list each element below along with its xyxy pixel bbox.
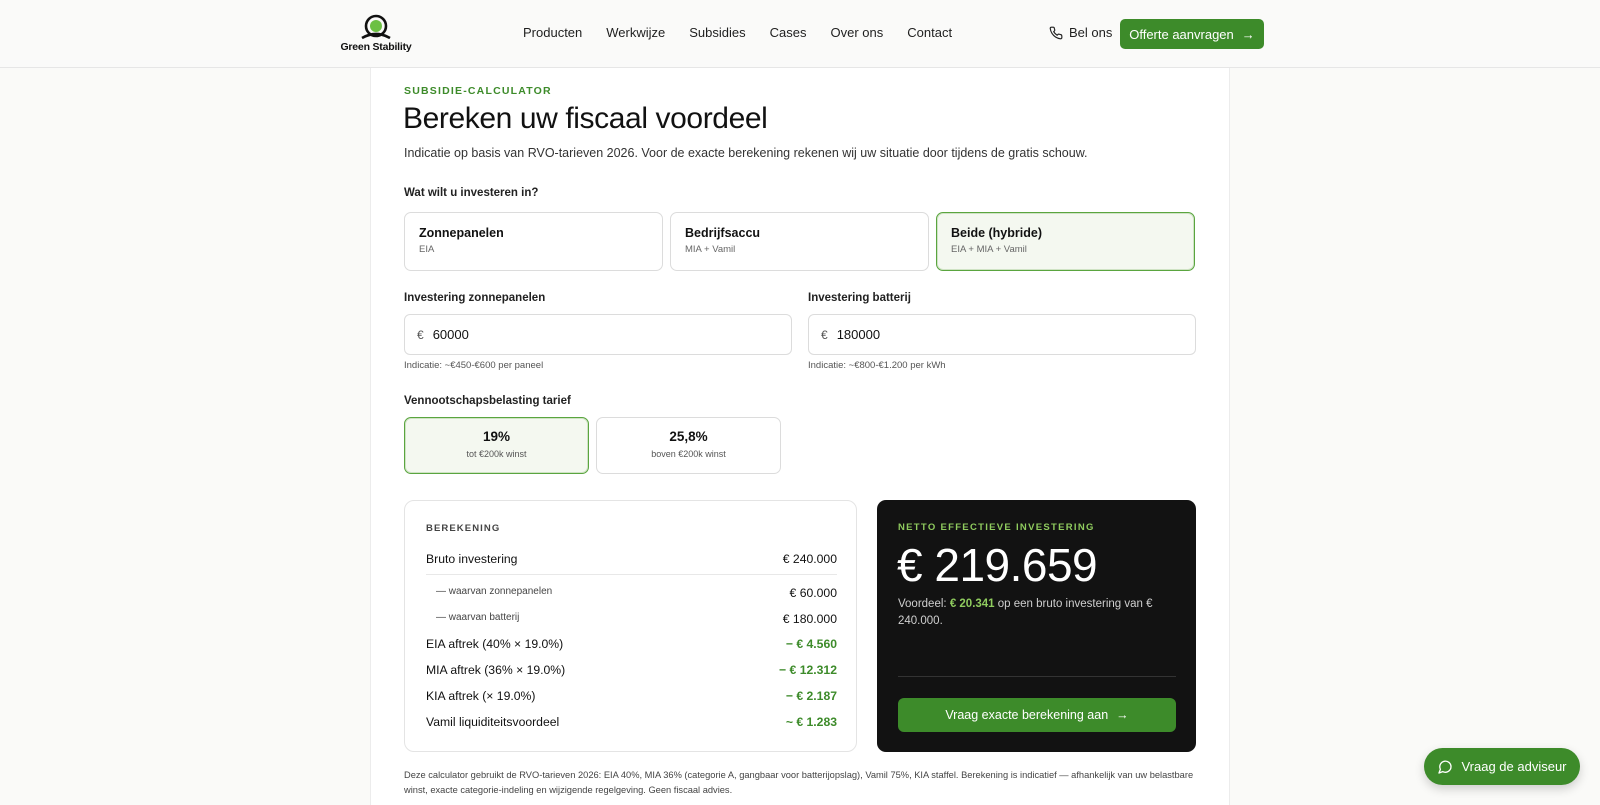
nav-item-cases[interactable]: Cases bbox=[770, 25, 807, 40]
battery-investment-field[interactable]: € bbox=[808, 314, 1196, 355]
tax-rate-subtitle: tot €200k winst bbox=[466, 449, 527, 459]
tax-rate-value: 25,8% bbox=[669, 429, 708, 444]
quote-request-button[interactable]: Offerte aanvragen → bbox=[1120, 19, 1264, 49]
result-divider bbox=[898, 676, 1176, 677]
solar-investment-hint: Indicatie: ~€450-€600 per paneel bbox=[404, 360, 544, 371]
tax-rate-value: 19% bbox=[482, 429, 511, 444]
phone-icon bbox=[1049, 26, 1063, 39]
solar-investment-input[interactable] bbox=[432, 327, 733, 342]
calc-row-label: Vamil liquiditeitsvoordeel bbox=[426, 715, 560, 729]
calculation-card: BEREKENING Bruto investering € 240.000 —… bbox=[404, 500, 857, 752]
option-subtitle: EIA bbox=[419, 244, 435, 255]
logo-icon bbox=[361, 14, 391, 40]
calc-row-batterij: — waarvan batterij € 180.000 bbox=[436, 612, 837, 626]
chat-advisor-label: Vraag de adviseur bbox=[1461, 759, 1567, 774]
calc-row-vamil: Vamil liquiditeitsvoordeel ~ € 1.283 bbox=[426, 715, 837, 729]
result-eyebrow: NETTO EFFECTIEVE INVESTERING bbox=[898, 522, 1095, 533]
option-subtitle: MIA + Vamil bbox=[685, 244, 736, 255]
calc-divider bbox=[426, 574, 837, 575]
logo[interactable]: Green Stability bbox=[336, 14, 416, 54]
calc-row-eia: EIA aftrek (40% × 19.0%) − € 4.560 bbox=[426, 637, 837, 651]
calculation-heading: BEREKENING bbox=[426, 523, 501, 534]
option-title: Beide (hybride) bbox=[951, 226, 1042, 240]
calc-row-label: EIA aftrek (40% × 19.0%) bbox=[426, 637, 564, 651]
battery-investment-label: Investering batterij bbox=[808, 292, 911, 304]
calc-row-mia: MIA aftrek (36% × 19.0%) − € 12.312 bbox=[426, 663, 837, 677]
calc-row-label: MIA aftrek (36% × 19.0%) bbox=[426, 663, 566, 677]
solar-investment-label: Investering zonnepanelen bbox=[404, 292, 546, 304]
result-card: NETTO EFFECTIEVE INVESTERING € 219.659 V… bbox=[877, 500, 1196, 752]
option-title: Zonnepanelen bbox=[419, 226, 504, 240]
nav-item-contact[interactable]: Contact bbox=[907, 25, 952, 40]
calc-row-value: ~ € 1.283 bbox=[785, 715, 837, 729]
logo-text: Green Stability bbox=[340, 41, 412, 53]
exact-calculation-label: Vraag exacte berekening aan bbox=[945, 708, 1109, 722]
page-title: Bereken uw fiscaal voordeel bbox=[403, 102, 768, 135]
arrow-right-icon: → bbox=[1241, 26, 1255, 42]
calc-row-label: — waarvan batterij bbox=[436, 612, 520, 623]
disclaimer-footnote: Deze calculator gebruikt de RVO-tarieven… bbox=[404, 770, 1194, 795]
advantage-prefix: Voordeel: bbox=[898, 598, 947, 610]
option-title: Bedrijfsaccu bbox=[685, 226, 761, 240]
tax-rate-subtitle: boven €200k winst bbox=[651, 449, 726, 459]
calc-row-value: − € 2.187 bbox=[785, 689, 837, 703]
calc-row-kia: KIA aftrek (× 19.0%) − € 2.187 bbox=[426, 689, 837, 703]
chat-advisor-button[interactable]: Vraag de adviseur bbox=[1424, 748, 1580, 785]
euro-symbol: € bbox=[821, 327, 828, 342]
exact-calculation-button[interactable]: Vraag exacte berekening aan → bbox=[898, 698, 1176, 732]
battery-investment-input[interactable] bbox=[836, 327, 1137, 342]
nav-item-werkwijze[interactable]: Werkwijze bbox=[606, 25, 665, 40]
battery-investment-hint: Indicatie: ~€800-€1.200 per kWh bbox=[808, 360, 946, 371]
tax-option-25-8[interactable]: 25,8% boven €200k winst bbox=[596, 417, 781, 474]
calc-row-value: − € 4.560 bbox=[785, 637, 837, 651]
arrow-right-icon: → bbox=[1116, 708, 1129, 722]
nav-item-producten[interactable]: Producten bbox=[523, 25, 582, 40]
calc-row-zonnepanelen: — waarvan zonnepanelen € 60.000 bbox=[436, 586, 837, 600]
option-bedrijfsaccu[interactable]: Bedrijfsaccu MIA + Vamil bbox=[670, 212, 929, 271]
tax-rate-label: Vennootschapsbelasting tarief bbox=[404, 395, 571, 407]
calc-row-value: − € 12.312 bbox=[779, 663, 837, 677]
chat-bubble-icon bbox=[1438, 759, 1453, 774]
result-description: Voordeel: € 20.341 op een bruto invester… bbox=[898, 596, 1183, 630]
calc-row-bruto: Bruto investering € 240.000 bbox=[426, 552, 837, 566]
nav-item-subsidies[interactable]: Subsidies bbox=[689, 25, 745, 40]
call-label: Bel ons bbox=[1069, 25, 1113, 40]
calc-row-value: € 240.000 bbox=[782, 552, 837, 566]
euro-symbol: € bbox=[417, 327, 424, 342]
nav-item-over-ons[interactable]: Over ons bbox=[831, 25, 884, 40]
quote-request-label: Offerte aanvragen bbox=[1129, 26, 1234, 42]
option-zonnepanelen[interactable]: Zonnepanelen EIA bbox=[404, 212, 663, 271]
call-link[interactable]: Bel ons bbox=[1049, 25, 1112, 40]
calc-row-label: — waarvan zonnepanelen bbox=[436, 586, 553, 597]
solar-investment-field[interactable]: € bbox=[404, 314, 792, 355]
main-nav: Producten Werkwijze Subsidies Cases Over… bbox=[523, 25, 976, 40]
option-beide-hybride[interactable]: Beide (hybride) EIA + MIA + Vamil bbox=[936, 212, 1195, 271]
calc-row-label: KIA aftrek (× 19.0%) bbox=[426, 689, 536, 703]
calc-row-label: Bruto investering bbox=[426, 552, 518, 566]
tax-option-19[interactable]: 19% tot €200k winst bbox=[404, 417, 589, 474]
site-header: Green Stability Producten Werkwijze Subs… bbox=[0, 0, 1600, 68]
net-investment-amount: € 219.659 bbox=[897, 539, 1098, 591]
advantage-amount: € 20.341 bbox=[949, 598, 995, 610]
calc-row-value: € 60.000 bbox=[789, 586, 837, 600]
intro-text: Indicatie op basis van RVO-tarieven 2026… bbox=[404, 146, 1088, 160]
investment-question: Wat wilt u investeren in? bbox=[404, 187, 539, 199]
section-eyebrow: SUBSIDIE-CALCULATOR bbox=[404, 85, 552, 97]
calc-row-value: € 180.000 bbox=[782, 612, 837, 626]
option-subtitle: EIA + MIA + Vamil bbox=[951, 244, 1027, 255]
